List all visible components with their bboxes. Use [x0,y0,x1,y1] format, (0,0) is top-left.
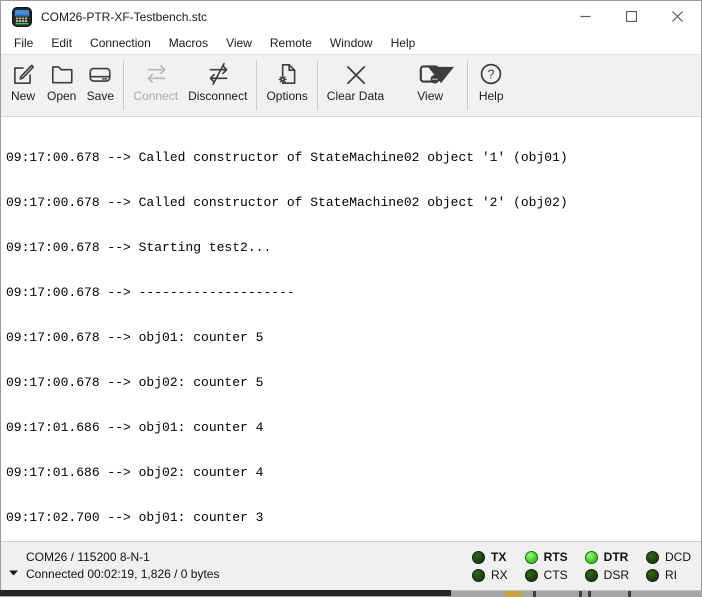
help-icon: ? [478,61,504,87]
led-label: DTR [604,550,629,564]
indicator-rx: RX [472,568,508,582]
led-label: RX [491,568,508,582]
view-button[interactable]: View [411,55,449,116]
log-line: 09:17:00.678 --> Called constructor of S… [6,150,701,165]
led-icon [585,551,598,564]
menu-item-help[interactable]: Help [382,33,425,53]
indicator-tx: TX [472,550,508,564]
status-session-stats: Connected 00:02:19, 1,826 / 0 bytes [26,566,219,583]
indicator-ri: RI [646,568,691,582]
log-line: 09:17:00.678 --> obj02: counter 5 [6,375,701,390]
view-icon [417,61,443,87]
caption-buttons [562,1,700,32]
menu-item-file[interactable]: File [5,33,42,53]
svg-text:?: ? [488,67,495,81]
menu-item-edit[interactable]: Edit [42,33,81,53]
indicator-dsr: DSR [585,568,629,582]
log-line: 09:17:01.686 --> obj01: counter 4 [6,420,701,435]
menu-item-macros[interactable]: Macros [160,33,217,53]
log-line: 09:17:02.700 --> obj01: counter 3 [6,510,701,525]
menu-item-remote[interactable]: Remote [261,33,321,53]
indicator-rts: RTS [525,550,568,564]
log-line: 09:17:01.686 --> obj02: counter 4 [6,465,701,480]
led-label: RTS [544,550,568,564]
toolbar-button-label: Save [87,89,114,103]
save-button[interactable]: Save [81,55,119,116]
toolbar-separator [467,60,468,110]
connect-icon [143,61,169,87]
signal-indicators: TX RTS DTR DCD RX CTS [472,550,691,582]
toolbar-button-label: Connect [133,89,178,103]
save-drive-icon [87,61,113,87]
close-button[interactable] [654,1,700,32]
new-document-icon [10,61,36,87]
options-button[interactable]: Options [261,55,312,116]
toolbar-button-label: View [417,89,443,103]
log-line: 09:17:00.678 --> Called constructor of S… [6,195,701,210]
led-label: RI [665,568,677,582]
help-button[interactable]: ? Help [472,55,510,116]
new-button[interactable]: New [4,55,42,116]
window-title: COM26-PTR-XF-Testbench.stc [41,10,562,24]
log-line: 09:17:00.678 --> Starting test2... [6,240,701,255]
toolbar-button-label: New [11,89,35,103]
title-bar: COM26-PTR-XF-Testbench.stc [1,1,701,32]
status-port-settings: COM26 / 115200 8-N-1 [26,549,219,566]
menu-item-connection[interactable]: Connection [81,33,160,53]
led-icon [646,551,659,564]
log-line: 09:17:00.678 --> obj01: counter 5 [6,330,701,345]
led-icon [472,551,485,564]
chevron-down-icon [428,62,454,88]
status-expand-arrow-icon[interactable] [9,563,18,569]
toolbar: New Open Save [1,54,701,117]
led-icon [525,551,538,564]
led-icon [646,569,659,582]
log-line: 09:17:00.678 --> -------------------- [6,285,701,300]
terminal-log[interactable]: 09:17:00.678 --> Called constructor of S… [1,117,701,541]
toolbar-button-label: Disconnect [188,89,247,103]
disconnect-icon [205,61,231,87]
led-label: DCD [665,550,691,564]
background-behind-window [0,590,702,596]
led-icon [472,569,485,582]
app-icon [12,7,32,27]
toolbar-separator [317,60,318,110]
menu-bar: File Edit Connection Macros View Remote … [1,32,701,54]
indicator-cts: CTS [525,568,568,582]
options-gear-icon [274,61,300,87]
open-button[interactable]: Open [42,55,81,116]
minimize-button[interactable] [562,1,608,32]
toolbar-button-label: Options [266,89,307,103]
toolbar-button-label: Help [479,89,504,103]
toolbar-button-label: Clear Data [327,89,384,103]
app-window: COM26-PTR-XF-Testbench.stc File Edit Con… [0,0,702,590]
led-icon [525,569,538,582]
disconnect-button[interactable]: Disconnect [183,55,252,116]
toolbar-separator [256,60,257,110]
connect-button[interactable]: Connect [128,55,183,116]
led-label: CTS [544,568,568,582]
clear-data-button[interactable]: Clear Data [322,55,389,116]
led-label: DSR [604,568,629,582]
toolbar-separator [123,60,124,110]
status-connection-info: COM26 / 115200 8-N-1 Connected 00:02:19,… [9,549,219,583]
indicator-dtr: DTR [585,550,629,564]
indicator-dcd: DCD [646,550,691,564]
clear-data-x-icon [342,61,368,87]
status-bar: COM26 / 115200 8-N-1 Connected 00:02:19,… [1,541,701,590]
menu-item-window[interactable]: Window [321,33,382,53]
open-folder-icon [49,61,75,87]
menu-item-view[interactable]: View [217,33,261,53]
toolbar-button-label: Open [47,89,76,103]
maximize-button[interactable] [608,1,654,32]
led-label: TX [491,550,506,564]
led-icon [585,569,598,582]
